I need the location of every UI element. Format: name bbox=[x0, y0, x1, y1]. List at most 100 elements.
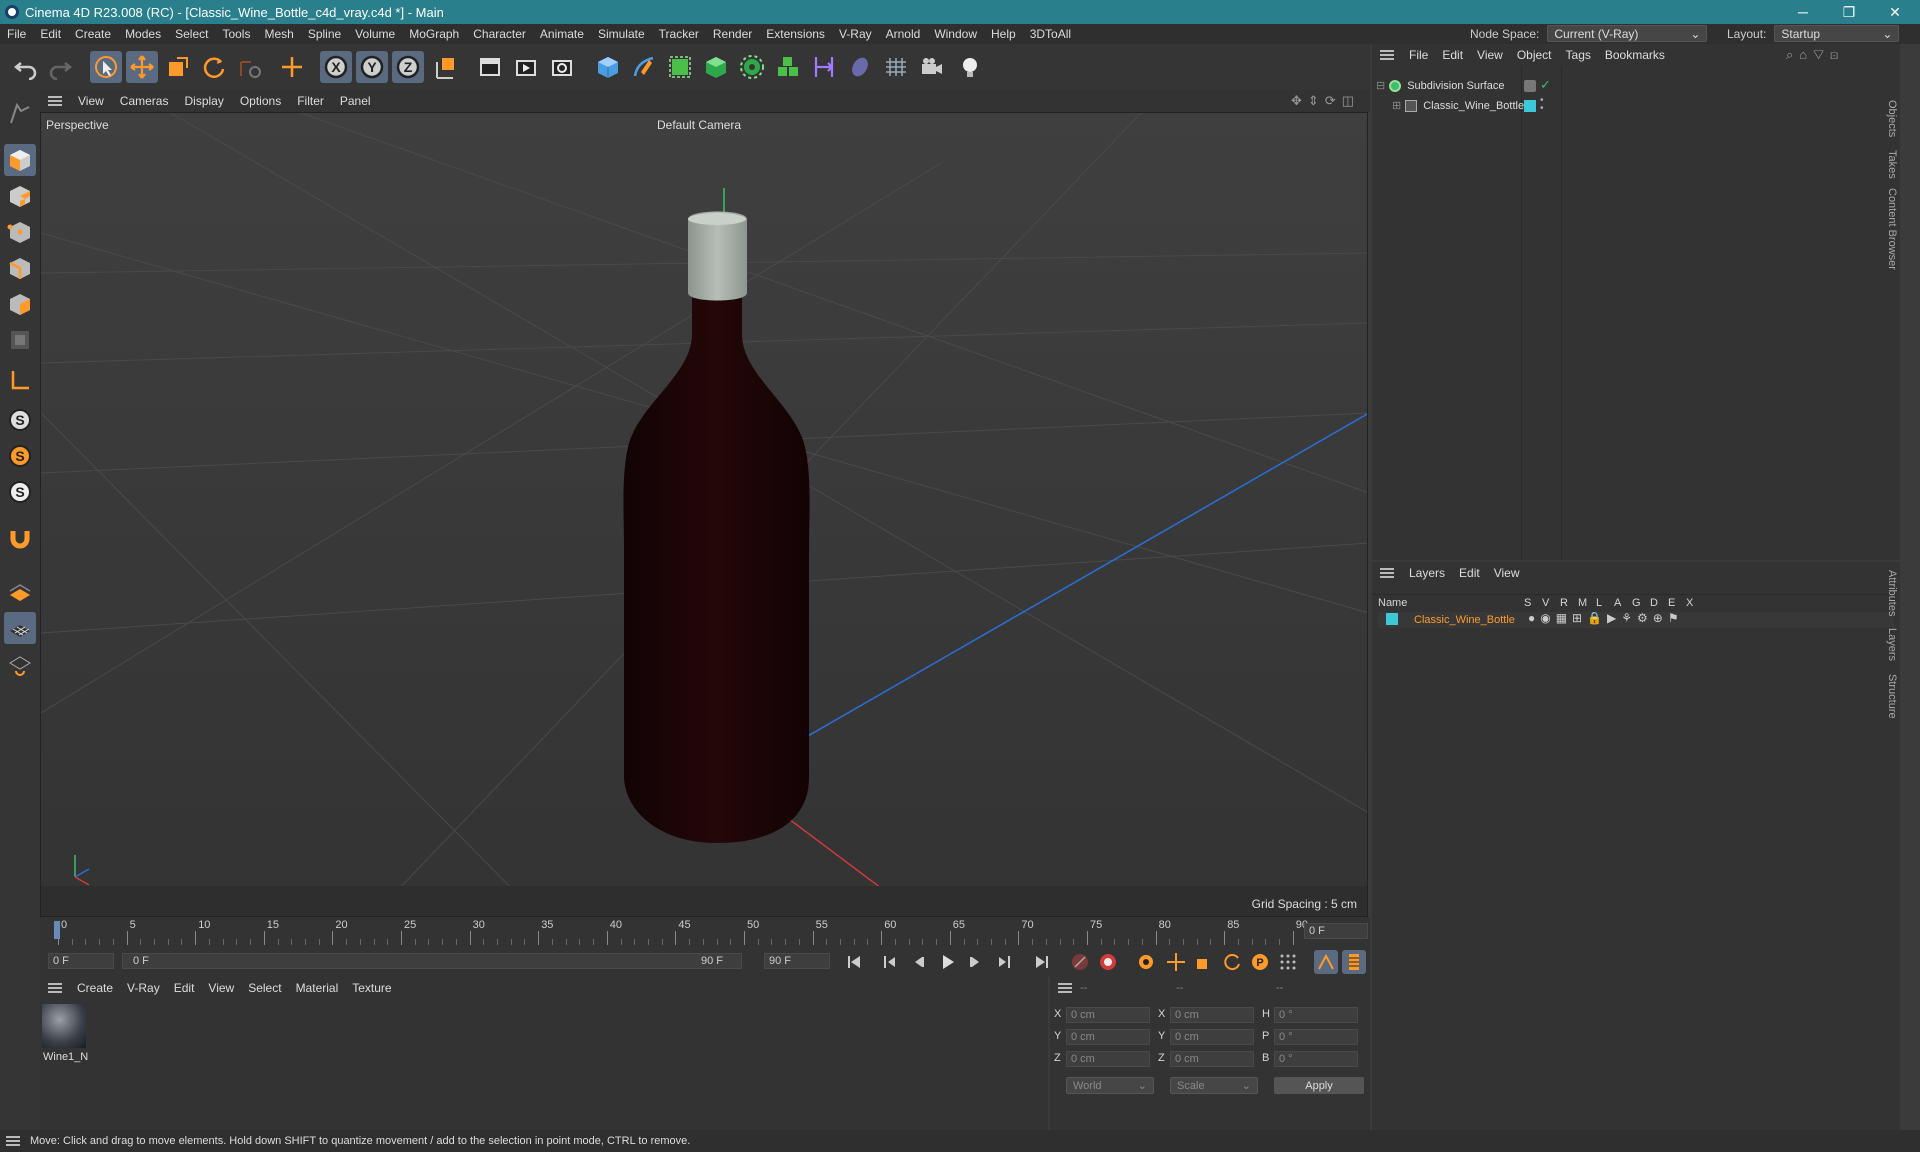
rotate-tool[interactable] bbox=[198, 51, 230, 83]
extrude-generator-button[interactable] bbox=[700, 51, 732, 83]
key-pla-button[interactable] bbox=[1276, 950, 1300, 974]
node-space-dropdown[interactable]: Current (V-Ray) ⌄ bbox=[1547, 25, 1708, 42]
menu-modes[interactable]: Modes bbox=[118, 27, 168, 41]
menu-spline[interactable]: Spline bbox=[301, 27, 348, 41]
flag-solo[interactable]: S bbox=[1524, 597, 1542, 609]
mograph-button[interactable] bbox=[772, 51, 804, 83]
menu-help[interactable]: Help bbox=[984, 27, 1023, 41]
side-tab-layers[interactable]: Layers bbox=[1886, 628, 1898, 661]
coordinate-system-toggle[interactable] bbox=[430, 51, 462, 83]
end-frame-field[interactable]: 90 F bbox=[764, 953, 830, 969]
menu-mesh[interactable]: Mesh bbox=[257, 27, 300, 41]
snap-toggle-button[interactable]: S bbox=[4, 404, 36, 436]
material-menu-select[interactable]: Select bbox=[241, 981, 288, 995]
pos-z-field[interactable]: 0 cm bbox=[1066, 1051, 1150, 1067]
restore-button[interactable]: ❐ bbox=[1826, 0, 1872, 24]
cube-primitive-button[interactable] bbox=[592, 51, 624, 83]
flag-deformers[interactable]: D bbox=[1650, 597, 1668, 609]
timeline-playhead[interactable] bbox=[54, 921, 60, 939]
object-name[interactable]: Subdivision Surface bbox=[1407, 80, 1504, 92]
light-button[interactable] bbox=[954, 51, 986, 83]
hamburger-icon[interactable] bbox=[48, 96, 62, 106]
edges-mode-button[interactable] bbox=[4, 252, 36, 284]
material-thumbnail[interactable] bbox=[42, 1004, 86, 1048]
hamburger-icon[interactable] bbox=[48, 983, 62, 993]
undo-button[interactable] bbox=[10, 51, 42, 83]
layer-menu-edit[interactable]: Edit bbox=[1452, 566, 1487, 580]
layer-color-swatch[interactable] bbox=[1386, 613, 1398, 625]
snap-mode-button[interactable]: S bbox=[4, 476, 36, 508]
menu-arnold[interactable]: Arnold bbox=[879, 27, 928, 41]
menu-create[interactable]: Create bbox=[68, 27, 118, 41]
make-editable-button[interactable] bbox=[4, 98, 36, 130]
viewport-menu-panel[interactable]: Panel bbox=[332, 94, 379, 108]
key-scale-button[interactable] bbox=[1192, 950, 1216, 974]
texture-mode-button[interactable] bbox=[4, 180, 36, 212]
camera-name[interactable]: Default Camera bbox=[657, 118, 741, 132]
spline-pen-button[interactable] bbox=[628, 51, 660, 83]
previous-key-button[interactable] bbox=[878, 950, 902, 974]
timeline-view-button[interactable] bbox=[1342, 950, 1366, 974]
close-button[interactable]: ✕ bbox=[1872, 0, 1918, 24]
recent-tools[interactable] bbox=[234, 51, 266, 83]
object-menu-tags[interactable]: Tags bbox=[1559, 48, 1598, 62]
menu-render[interactable]: Render bbox=[706, 27, 759, 41]
viewport-menu-cameras[interactable]: Cameras bbox=[112, 94, 177, 108]
side-tab-objects[interactable]: Objects bbox=[1886, 100, 1898, 137]
deformer-button[interactable] bbox=[808, 51, 840, 83]
autokey-button[interactable] bbox=[1096, 950, 1120, 974]
render-picture-viewer-button[interactable] bbox=[510, 51, 542, 83]
render-view-button[interactable] bbox=[474, 51, 506, 83]
menu-mograph[interactable]: MoGraph bbox=[402, 27, 466, 41]
material-menu-edit[interactable]: Edit bbox=[167, 981, 202, 995]
menu-tracker[interactable]: Tracker bbox=[652, 27, 706, 41]
material-menu-material[interactable]: Material bbox=[289, 981, 346, 995]
key-rotation-button[interactable] bbox=[1220, 950, 1244, 974]
apply-button[interactable]: Apply bbox=[1274, 1077, 1364, 1094]
flag-visible[interactable]: V bbox=[1542, 597, 1560, 609]
object-menu-bookmarks[interactable]: Bookmarks bbox=[1598, 48, 1672, 62]
workplane-button[interactable] bbox=[4, 364, 36, 396]
previous-frame-button[interactable] bbox=[906, 950, 930, 974]
model-mode-button[interactable] bbox=[4, 144, 36, 176]
object-menu-object[interactable]: Object bbox=[1510, 48, 1559, 62]
menu-3dtoall[interactable]: 3DToAll bbox=[1023, 27, 1078, 41]
record-keys-button[interactable] bbox=[1068, 950, 1092, 974]
menu-tools[interactable]: Tools bbox=[215, 27, 257, 41]
object-name[interactable]: Classic_Wine_Bottle bbox=[1423, 100, 1524, 112]
layer-menu-view[interactable]: View bbox=[1487, 566, 1527, 580]
start-frame-field[interactable]: 0 F bbox=[48, 953, 114, 969]
keyframe-selection-button[interactable] bbox=[1134, 950, 1158, 974]
go-to-start-button[interactable] bbox=[842, 950, 866, 974]
axis-workplane-button[interactable] bbox=[4, 648, 36, 680]
uv-mode-button[interactable] bbox=[4, 324, 36, 356]
3d-viewport[interactable]: Perspective Default Camera Grid Spacing … bbox=[40, 112, 1368, 917]
play-button[interactable] bbox=[936, 950, 960, 974]
layer-color-tag[interactable] bbox=[1524, 100, 1536, 112]
material-menu-texture[interactable]: Texture bbox=[345, 981, 398, 995]
pos-x-field[interactable]: 0 cm bbox=[1066, 1007, 1150, 1023]
polygons-mode-button[interactable] bbox=[4, 288, 36, 320]
hamburger-icon[interactable] bbox=[1058, 983, 1072, 993]
size-z-field[interactable]: 0 cm bbox=[1170, 1051, 1254, 1067]
timeline-ruler[interactable]: 0 5 10 15 20 25 30 35 40 45 50 55 60 65 70 75 80 85 90 bbox=[40, 917, 1320, 947]
next-frame-button[interactable] bbox=[964, 950, 988, 974]
coordinate-space-dropdown[interactable]: World ⌄ bbox=[1066, 1077, 1154, 1094]
material-menu-view[interactable]: View bbox=[201, 981, 241, 995]
menu-simulate[interactable]: Simulate bbox=[591, 27, 652, 41]
x-axis-lock[interactable]: X bbox=[320, 51, 352, 83]
render-settings-button[interactable] bbox=[546, 51, 578, 83]
hamburger-icon[interactable] bbox=[1380, 568, 1394, 578]
side-tab-takes[interactable]: Takes bbox=[1886, 150, 1898, 179]
expand-icon[interactable]: ⊞ bbox=[1392, 99, 1401, 112]
minimize-button[interactable]: ─ bbox=[1780, 0, 1826, 24]
side-tab-attributes[interactable]: Attributes bbox=[1886, 570, 1898, 616]
material-menu-create[interactable]: Create bbox=[70, 981, 120, 995]
flag-animation[interactable]: A bbox=[1614, 597, 1632, 609]
live-selection-tool[interactable] bbox=[90, 51, 122, 83]
cloner-button[interactable] bbox=[736, 51, 768, 83]
material-name[interactable]: Wine1_N bbox=[43, 1051, 88, 1063]
flag-generators[interactable]: G bbox=[1632, 597, 1650, 609]
menu-animate[interactable]: Animate bbox=[533, 27, 591, 41]
flag-locked[interactable]: L bbox=[1596, 597, 1614, 609]
